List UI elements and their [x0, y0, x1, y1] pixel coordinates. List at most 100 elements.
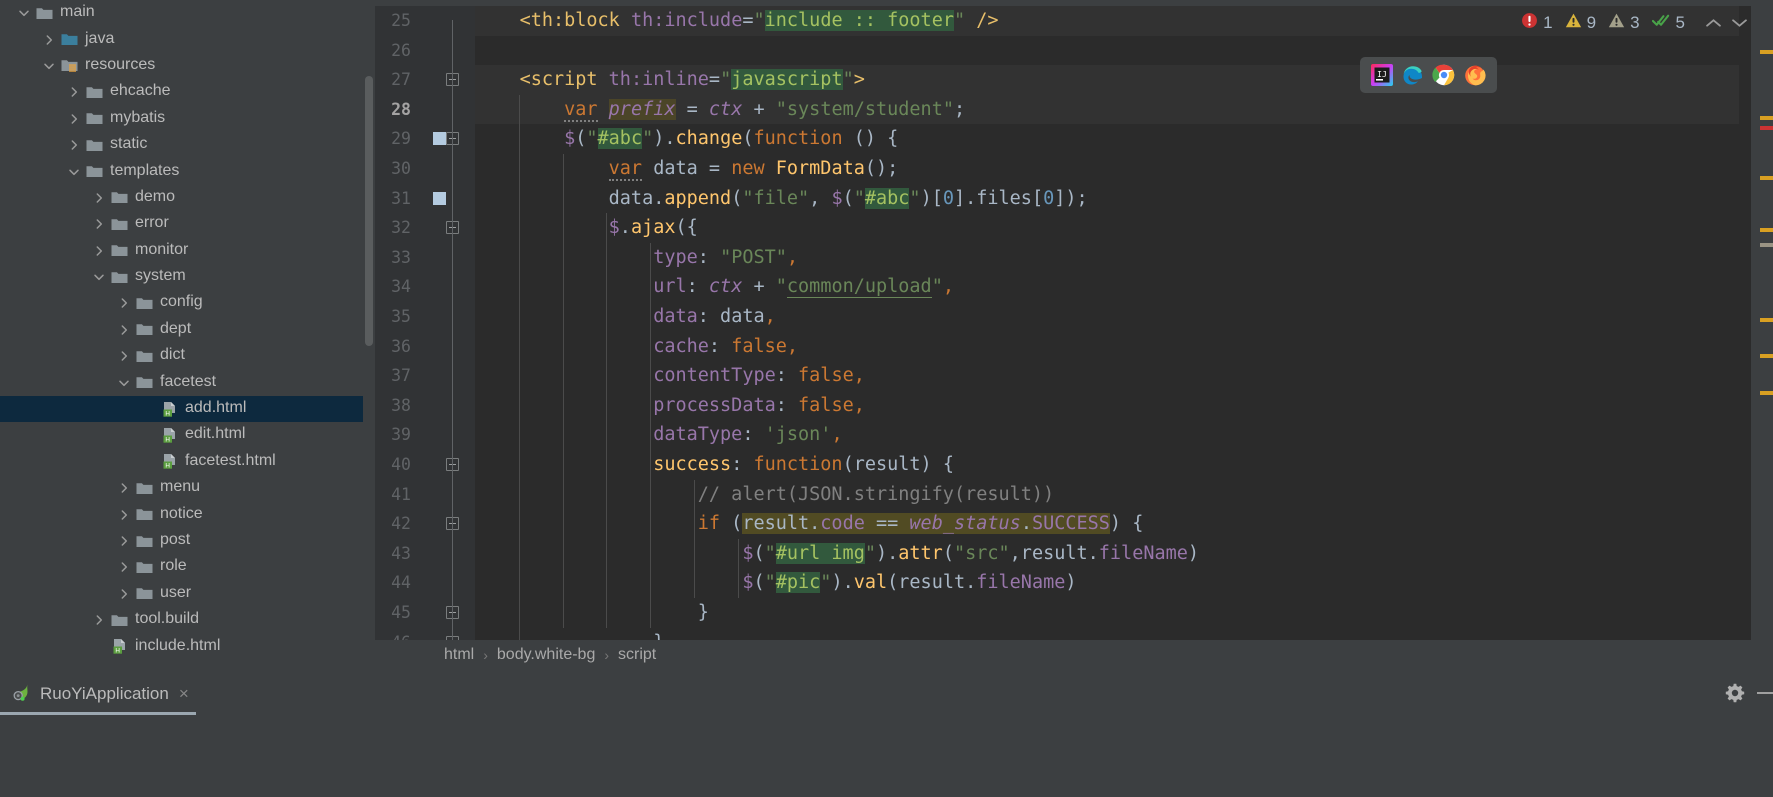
error-stripe-mark[interactable] [1760, 228, 1773, 232]
error-stripe-mark[interactable] [1760, 354, 1773, 358]
code-line[interactable]: if (result.code == web_status.SUCCESS) { [475, 509, 1739, 539]
code-line[interactable]: var prefix = ctx + "system/student"; [475, 94, 1739, 125]
run-tab[interactable]: RuoYiApplication × [10, 678, 189, 710]
error-stripe-mark[interactable] [1760, 176, 1773, 180]
tree-file-row[interactable]: Hedit.html [0, 422, 363, 448]
code-line[interactable]: // alert(JSON.stringify(result)) [475, 480, 1739, 510]
code-line[interactable]: $("#pic").val(result.fileName) [475, 568, 1739, 598]
tree-folder-row[interactable]: notice [0, 501, 363, 527]
tree-folder-row[interactable]: java [0, 26, 363, 52]
error-stripe-mark[interactable] [1760, 50, 1773, 54]
code-line[interactable] [475, 36, 1739, 66]
tree-folder-row[interactable]: dict [0, 343, 363, 369]
tree-folder-row[interactable]: facetest [0, 369, 363, 395]
chevron-right-icon[interactable] [114, 588, 134, 600]
code-text-area[interactable]: <th:block th:include="include :: footer"… [475, 6, 1739, 640]
code-line[interactable]: data: data, [475, 302, 1739, 332]
code-line[interactable]: $("#url img").attr("src",result.fileName… [475, 539, 1739, 569]
tree-folder-row[interactable]: dept [0, 317, 363, 343]
code-line[interactable]: } [475, 598, 1739, 628]
edge-icon[interactable] [1401, 63, 1425, 87]
error-stripe-mark[interactable] [1760, 116, 1773, 120]
tree-folder-row[interactable]: menu [0, 475, 363, 501]
error-stripe-mark[interactable] [1760, 243, 1773, 247]
close-icon[interactable]: × [179, 684, 189, 704]
error-stripe-mark[interactable] [1760, 391, 1773, 395]
code-line[interactable]: processData: false, [475, 391, 1739, 421]
chevron-right-icon[interactable] [114, 482, 134, 494]
code-line[interactable]: $.ajax({ [475, 213, 1739, 243]
gutter-marker-icon[interactable] [433, 191, 446, 205]
code-line[interactable]: } [475, 628, 1739, 640]
chevron-right-icon[interactable] [114, 561, 134, 573]
tree-folder-row[interactable]: role [0, 554, 363, 580]
breadcrumb-item[interactable]: script [618, 646, 656, 664]
code-line[interactable]: contentType: false, [475, 361, 1739, 391]
editor-gutter[interactable]: 25 26 27 28 29 30 31 32 33 34 35 36 37 38 39 40 41 42 43 44… [375, 6, 475, 652]
tree-folder-row[interactable]: config [0, 290, 363, 316]
weak-warning-count-group[interactable]: 3 [1608, 12, 1640, 34]
tree-folder-row[interactable]: error [0, 211, 363, 237]
tree-folder-row[interactable]: monitor [0, 238, 363, 264]
chevron-right-icon[interactable] [89, 614, 109, 626]
tree-folder-row[interactable]: user [0, 581, 363, 607]
chevron-right-icon[interactable] [89, 245, 109, 257]
chevron-right-icon[interactable] [114, 297, 134, 309]
tree-folder-row[interactable]: main [0, 0, 363, 26]
tree-folder-row[interactable]: tool.build [0, 607, 363, 633]
code-line[interactable]: var data = new FormData(); [475, 154, 1739, 184]
tree-folder-row[interactable]: ehcache [0, 79, 363, 105]
intellij-idea-icon[interactable]: IJ [1370, 63, 1394, 87]
tree-folder-row[interactable]: mybatis [0, 106, 363, 132]
code-line[interactable]: <script th:inline="javascript"> [475, 65, 1739, 95]
code-line[interactable]: url: ctx + "common/upload", [475, 272, 1739, 302]
project-tool-window[interactable]: main java resources ehcache mybatis static tem… [0, 0, 363, 670]
chevron-right-icon[interactable] [89, 218, 109, 230]
code-line[interactable]: cache: false, [475, 332, 1739, 362]
chevron-right-icon[interactable] [39, 34, 59, 46]
breadcrumb-item[interactable]: body.white-bg [497, 646, 595, 664]
chevron-down-icon[interactable] [14, 7, 34, 19]
error-stripe-mark[interactable] [1760, 318, 1773, 322]
editor-panel[interactable]: 25 26 27 28 29 30 31 32 33 34 35 36 37 38 39 40 41 42 43 44… [363, 0, 1773, 670]
chevron-down-icon[interactable] [114, 377, 134, 389]
warning-count-group[interactable]: 9 [1565, 12, 1596, 34]
code-line[interactable]: type: "POST", [475, 243, 1739, 273]
tree-file-row[interactable]: Hfacetest.html [0, 449, 363, 475]
chrome-icon[interactable] [1432, 63, 1456, 87]
previous-highlight-button[interactable] [1703, 18, 1723, 28]
tree-folder-row[interactable]: static [0, 132, 363, 158]
breadcrumb-item[interactable]: html [444, 646, 474, 664]
chevron-right-icon[interactable] [89, 192, 109, 204]
firefox-icon[interactable] [1463, 63, 1487, 87]
minimize-icon[interactable] [1757, 692, 1773, 694]
tree-file-row[interactable]: Hadd.html [0, 395, 363, 423]
error-count-group[interactable]: 1 [1521, 12, 1553, 34]
inspections-ok-group[interactable]: 5 [1651, 12, 1685, 34]
chevron-down-icon[interactable] [39, 60, 59, 72]
chevron-right-icon[interactable] [64, 139, 84, 151]
chevron-down-icon[interactable] [89, 271, 109, 283]
code-line[interactable]: dataType: 'json', [475, 420, 1739, 450]
chevron-right-icon[interactable] [64, 86, 84, 98]
gutter-marker-icon[interactable] [433, 132, 446, 146]
code-line[interactable]: data.append("file", $("#abc")[0].files[0… [475, 184, 1739, 214]
error-stripe[interactable] [1751, 6, 1773, 640]
chevron-right-icon[interactable] [114, 535, 134, 547]
code-line[interactable]: $("#abc").change(function () { [475, 124, 1739, 154]
next-highlight-button[interactable] [1729, 18, 1749, 28]
code-line[interactable]: success: function(result) { [475, 450, 1739, 480]
tree-folder-row[interactable]: templates [0, 158, 363, 184]
chevron-right-icon[interactable] [114, 324, 134, 336]
tree-folder-row[interactable]: demo [0, 185, 363, 211]
error-stripe-mark[interactable] [1760, 126, 1773, 130]
tree-folder-row[interactable]: post [0, 528, 363, 554]
browser-launch-bar[interactable]: IJ [1360, 57, 1497, 93]
tree-folder-row[interactable]: system [0, 264, 363, 290]
breadcrumb[interactable]: html › body.white-bg › script [363, 640, 1773, 670]
tree-file-row[interactable]: Hinclude.html [0, 633, 363, 659]
chevron-right-icon[interactable] [114, 509, 134, 521]
inspection-widget[interactable]: 1 9 3 5 [1521, 6, 1749, 40]
chevron-down-icon[interactable] [64, 166, 84, 178]
chevron-right-icon[interactable] [64, 113, 84, 125]
